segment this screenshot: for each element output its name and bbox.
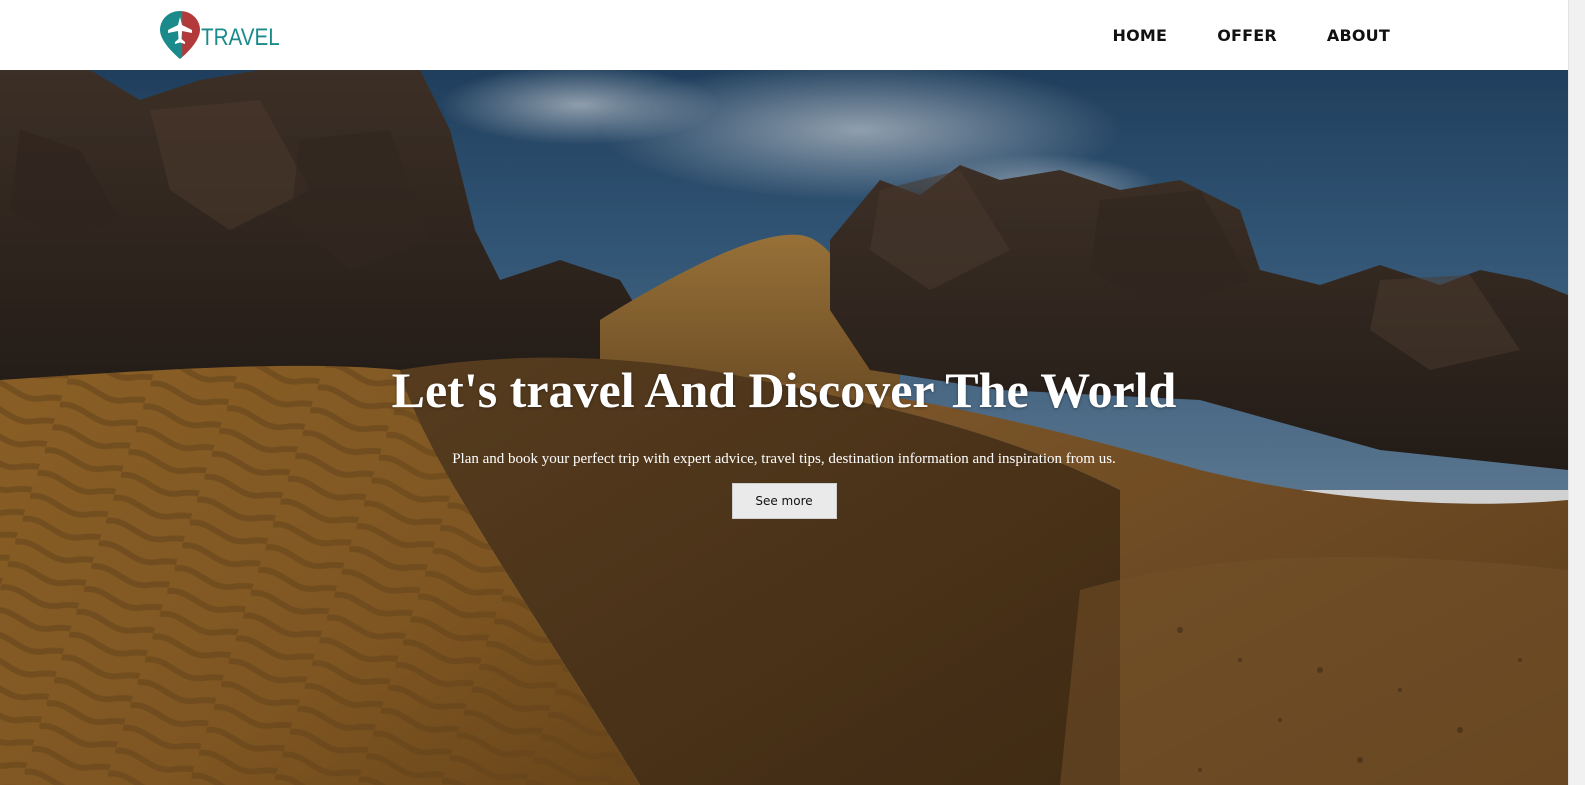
nav-offer[interactable]: OFFER (1217, 26, 1277, 45)
hero-section: Let's travel And Discover The World Plan… (0, 70, 1568, 785)
hero-title: Let's travel And Discover The World (391, 362, 1177, 418)
map-pin-airplane-icon (160, 11, 200, 59)
nav-home[interactable]: HOME (1113, 26, 1168, 45)
main-nav: HOME OFFER ABOUT (1063, 26, 1390, 45)
brand-logo[interactable]: TRAVEL (158, 9, 293, 61)
page: TRAVEL HOME OFFER ABOUT Let's travel And… (0, 0, 1585, 785)
brand-name: TRAVEL (201, 24, 280, 52)
brand-name-text: TRAVEL (201, 24, 280, 51)
nav-about[interactable]: ABOUT (1327, 26, 1390, 45)
hero-subtitle: Plan and book your perfect trip with exp… (452, 451, 1116, 467)
see-more-button[interactable]: See more (731, 483, 837, 519)
page-scrollbar[interactable] (1568, 0, 1585, 785)
navbar: TRAVEL HOME OFFER ABOUT (0, 0, 1568, 70)
hero-content: Let's travel And Discover The World Plan… (0, 363, 1568, 519)
